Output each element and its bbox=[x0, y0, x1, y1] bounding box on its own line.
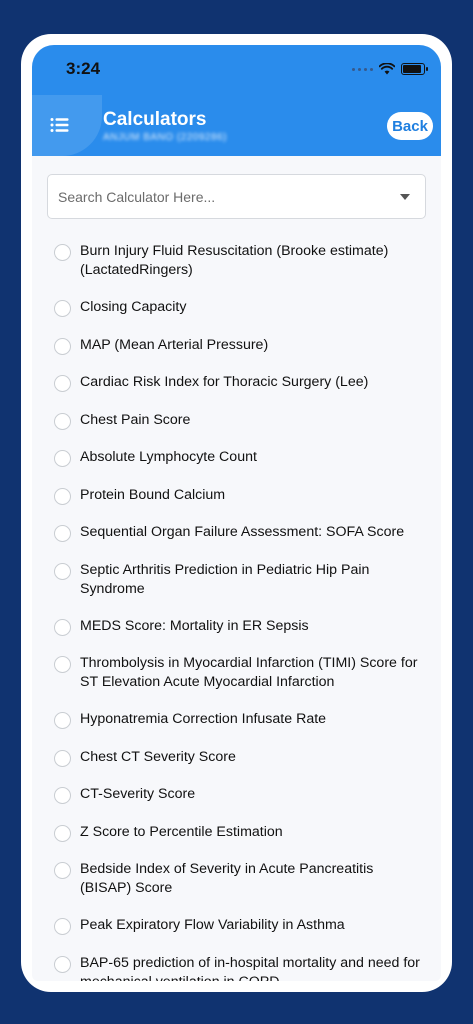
radio-button[interactable] bbox=[54, 787, 71, 804]
calculator-list-item[interactable]: Hyponatremia Correction Infusate Rate bbox=[32, 710, 441, 748]
radio-button[interactable] bbox=[54, 824, 71, 842]
calculator-list-item[interactable]: Z Score to Percentile Estimation bbox=[32, 823, 441, 861]
radio-button[interactable] bbox=[54, 300, 71, 317]
calculator-label: Absolute Lymphocyte Count bbox=[80, 449, 257, 465]
radio-button[interactable] bbox=[54, 656, 71, 673]
radio-button[interactable] bbox=[54, 487, 71, 505]
calculator-list-item[interactable]: MEDS Score: Mortality in ER Sepsis bbox=[32, 617, 441, 655]
status-icons bbox=[352, 63, 428, 75]
calculator-list-item[interactable]: Protein Bound Calcium bbox=[32, 486, 441, 524]
calculator-list-item[interactable]: CT-Severity Score bbox=[32, 785, 441, 823]
radio-button[interactable] bbox=[54, 955, 71, 973]
calculator-label: Thrombolysis in Myocardial Infarction (T… bbox=[80, 655, 418, 690]
search-input[interactable] bbox=[56, 185, 380, 209]
calculator-label: Z Score to Percentile Estimation bbox=[80, 823, 283, 840]
search-dropdown[interactable] bbox=[47, 174, 426, 219]
calculator-list-item[interactable]: Burn Injury Fluid Resuscitation (Brooke … bbox=[32, 242, 441, 298]
radio-button[interactable] bbox=[54, 862, 71, 879]
radio-button[interactable] bbox=[54, 525, 71, 542]
phone-frame: 3:24 Calculators ANJUM BANO (2209286) Ba… bbox=[21, 34, 452, 992]
wifi-icon bbox=[379, 63, 395, 75]
radio-button[interactable] bbox=[54, 618, 71, 636]
calculator-label: Hyponatremia Correction Infusate Rate bbox=[80, 711, 327, 727]
calculator-label: CT-Severity Score bbox=[80, 786, 196, 802]
calculator-list-item[interactable]: Thrombolysis in Myocardial Infarction (T… bbox=[32, 654, 441, 710]
status-bar: 3:24 bbox=[32, 45, 441, 95]
status-time: 3:24 bbox=[66, 59, 101, 78]
calculator-label: Chest CT Severity Score bbox=[80, 748, 236, 765]
calculator-list-item[interactable]: Bedside Index of Severity in Acute Pancr… bbox=[32, 860, 441, 916]
calculator-list-item[interactable]: BAP-65 prediction of in-hospital mortali… bbox=[32, 954, 441, 982]
calculator-label: Closing Capacity bbox=[80, 299, 187, 315]
calculator-label: Septic Arthritis Prediction in Pediatric… bbox=[80, 561, 370, 597]
calculator-label: Burn Injury Fluid Resuscitation (Brooke … bbox=[80, 243, 389, 278]
app-header: Calculators ANJUM BANO (2209286) Back bbox=[32, 95, 441, 156]
radio-button[interactable] bbox=[54, 450, 71, 467]
battery-icon bbox=[401, 63, 428, 75]
app-screen: 3:24 Calculators ANJUM BANO (2209286) Ba… bbox=[32, 45, 441, 981]
radio-button[interactable] bbox=[54, 375, 71, 392]
radio-button[interactable] bbox=[54, 712, 71, 729]
calculator-list-item[interactable]: MAP (Mean Arterial Pressure) bbox=[32, 336, 441, 374]
calculator-list-item[interactable]: Closing Capacity bbox=[32, 298, 441, 336]
radio-button[interactable] bbox=[54, 749, 71, 767]
calculator-list-item[interactable]: Chest Pain Score bbox=[32, 411, 441, 449]
radio-button[interactable] bbox=[54, 412, 71, 430]
calculator-label: Chest Pain Score bbox=[80, 411, 191, 428]
calculator-list-item[interactable]: Septic Arthritis Prediction in Pediatric… bbox=[32, 561, 441, 617]
list-menu-icon[interactable] bbox=[50, 117, 70, 133]
calculator-label: MAP (Mean Arterial Pressure) bbox=[80, 336, 269, 353]
calculator-label: Bedside Index of Severity in Acute Pancr… bbox=[80, 861, 374, 896]
calculator-label: MEDS Score: Mortality in ER Sepsis bbox=[80, 617, 309, 634]
radio-button[interactable] bbox=[54, 337, 71, 355]
radio-button[interactable] bbox=[54, 244, 71, 261]
calculator-label: Peak Expiratory Flow Variability in Asth… bbox=[80, 917, 345, 933]
calculator-label: Cardiac Risk Index for Thoracic Surgery … bbox=[80, 374, 369, 390]
calculator-list-item[interactable]: Cardiac Risk Index for Thoracic Surgery … bbox=[32, 373, 441, 411]
calculator-list-item[interactable]: Absolute Lymphocyte Count bbox=[32, 448, 441, 486]
signal-icon bbox=[352, 67, 373, 71]
calculator-label: Protein Bound Calcium bbox=[80, 486, 226, 503]
calculator-list-item[interactable]: Sequential Organ Failure Assessment: SOF… bbox=[32, 523, 441, 561]
radio-button[interactable] bbox=[54, 562, 71, 580]
calculator-label: BAP-65 prediction of in-hospital mortali… bbox=[80, 954, 420, 982]
calculator-list-item[interactable]: Peak Expiratory Flow Variability in Asth… bbox=[32, 916, 441, 954]
back-button[interactable]: Back bbox=[387, 112, 433, 140]
calculator-label: Sequential Organ Failure Assessment: SOF… bbox=[80, 524, 405, 540]
radio-button[interactable] bbox=[54, 918, 71, 935]
page-title: Calculators bbox=[103, 109, 207, 130]
user-subtitle: ANJUM BANO (2209286) bbox=[103, 132, 227, 143]
caret-down-icon[interactable] bbox=[400, 194, 410, 200]
calculator-list-item[interactable]: Chest CT Severity Score bbox=[32, 748, 441, 786]
